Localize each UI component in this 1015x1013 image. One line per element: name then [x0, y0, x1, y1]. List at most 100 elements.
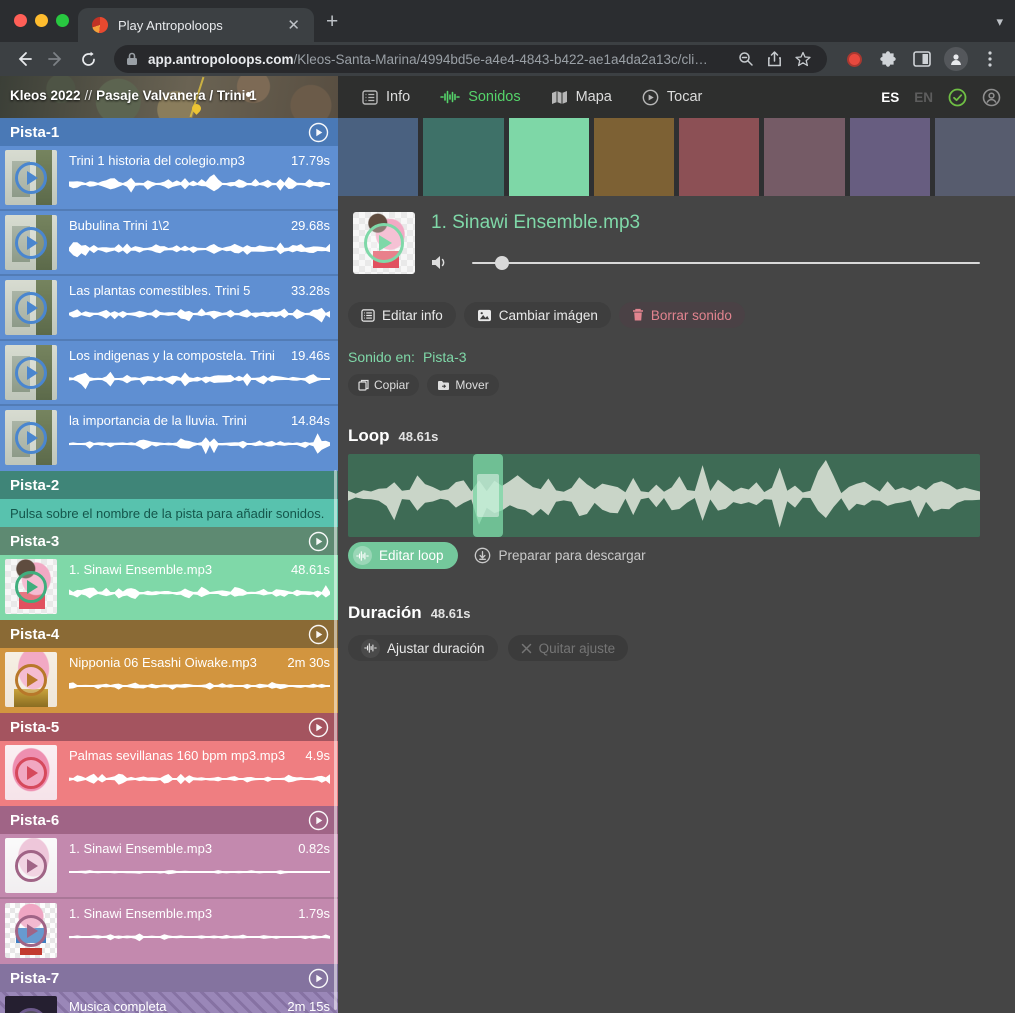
track-play-button[interactable] — [308, 810, 329, 831]
breadcrumb-project[interactable]: Kleos 2022 — [10, 88, 81, 103]
track-name[interactable]: Pista-1 — [10, 124, 59, 141]
play-icon[interactable] — [15, 292, 47, 324]
sound-clip[interactable]: Trini 1 historia del colegio.mp3 17.79s — [0, 146, 338, 211]
recording-extension-icon[interactable] — [839, 44, 869, 74]
lang-en[interactable]: EN — [914, 90, 933, 105]
track-name[interactable]: Pista-3 — [10, 533, 59, 550]
play-icon[interactable] — [364, 223, 404, 263]
tab-tocar[interactable]: Tocar — [642, 89, 702, 106]
track-swatch[interactable] — [850, 118, 930, 196]
clip-thumbnail[interactable] — [5, 215, 57, 270]
play-icon[interactable] — [15, 664, 47, 696]
track-swatch[interactable] — [423, 118, 503, 196]
loop-waveform-editor[interactable] — [348, 454, 980, 537]
tab-mapa[interactable]: Mapa — [551, 89, 612, 105]
track-play-button[interactable] — [308, 531, 329, 552]
track-swatch[interactable] — [764, 118, 844, 196]
change-image-button[interactable]: Cambiar imágen — [464, 302, 611, 328]
sound-in-track-link[interactable]: Pista-3 — [423, 349, 467, 365]
track-header[interactable]: Pista-5 — [0, 713, 338, 741]
minimize-window-button[interactable] — [35, 14, 48, 27]
remove-adjust-button[interactable]: Quitar ajuste — [508, 635, 629, 661]
track-name[interactable]: Pista-5 — [10, 719, 59, 736]
delete-sound-button[interactable]: Borrar sonido — [619, 302, 745, 328]
track-swatch[interactable] — [679, 118, 759, 196]
track-header[interactable]: Pista-3 — [0, 527, 338, 555]
clip-thumbnail[interactable] — [5, 280, 57, 335]
clip-thumbnail[interactable] — [5, 345, 57, 400]
play-icon[interactable] — [15, 1008, 47, 1013]
track-name[interactable]: Pista-2 — [10, 477, 59, 494]
track-header[interactable]: Pista-6 — [0, 806, 338, 834]
play-icon[interactable] — [15, 422, 47, 454]
profile-avatar[interactable] — [941, 44, 971, 74]
account-icon[interactable] — [982, 88, 1001, 107]
sidebar-scrollbar[interactable] — [334, 470, 337, 1010]
play-icon[interactable] — [15, 162, 47, 194]
browser-menu-kebab-icon[interactable] — [975, 44, 1005, 74]
sound-clip[interactable]: Bubulina Trini 1\2 29.68s — [0, 211, 338, 276]
address-bar[interactable]: app.antropoloops.com /Kleos-Santa-Marina… — [114, 45, 827, 73]
breadcrumb-page[interactable]: Pasaje Valvanera / Trini 1 — [96, 88, 257, 103]
clip-thumbnail[interactable] — [5, 652, 57, 707]
clip-thumbnail[interactable] — [5, 410, 57, 465]
track-play-button[interactable] — [308, 624, 329, 645]
tab-close-icon[interactable]: ✕ — [283, 16, 304, 35]
track-play-button[interactable] — [308, 122, 329, 143]
clip-thumbnail[interactable] — [5, 996, 57, 1013]
clip-thumbnail[interactable] — [5, 838, 57, 893]
browser-tab[interactable]: Play Antropoloops ✕ — [78, 8, 314, 42]
forward-button[interactable] — [42, 45, 70, 73]
track-name[interactable]: Pista-6 — [10, 812, 59, 829]
extensions-puzzle-icon[interactable] — [873, 44, 903, 74]
close-window-button[interactable] — [14, 14, 27, 27]
sound-clip[interactable]: Musica completa 2m 15s — [0, 992, 338, 1013]
edit-loop-button[interactable]: Editar loop — [348, 542, 458, 569]
play-icon[interactable] — [15, 227, 47, 259]
new-tab-button[interactable]: + — [326, 11, 338, 32]
sound-clip[interactable]: Palmas sevillanas 160 bpm mp3.mp3 4.9s — [0, 741, 338, 806]
track-header[interactable]: Pista-1 — [0, 118, 338, 146]
clip-thumbnail[interactable] — [5, 559, 57, 614]
status-check-icon[interactable] — [948, 88, 967, 107]
tab-sonidos[interactable]: Sonidos — [440, 89, 520, 105]
reload-button[interactable] — [74, 45, 102, 73]
play-icon[interactable] — [15, 757, 47, 789]
edit-info-button[interactable]: Editar info — [348, 302, 456, 328]
sound-clip[interactable]: 1. Sinawi Ensemble.mp3 48.61s — [0, 555, 338, 620]
volume-slider-handle[interactable] — [495, 256, 509, 270]
sound-clip[interactable]: la importancia de la lluvia. Trini 14.84… — [0, 406, 338, 471]
track-header[interactable]: Pista-2 — [0, 471, 338, 499]
clip-thumbnail[interactable] — [5, 903, 57, 958]
adjust-duration-button[interactable]: Ajustar duración — [348, 635, 498, 661]
zoom-window-button[interactable] — [56, 14, 69, 27]
prepare-download-button[interactable]: Preparar para descargar — [474, 547, 646, 564]
sound-clip[interactable]: Las plantas comestibles. Trini 5 33.28s — [0, 276, 338, 341]
tab-search-chevron-icon[interactable]: ▾ — [996, 14, 1003, 30]
move-button[interactable]: Mover — [427, 374, 498, 396]
sound-clip[interactable]: Los indigenas y la compostela. Trini 19.… — [0, 341, 338, 406]
volume-slider[interactable] — [472, 262, 980, 264]
track-header[interactable]: Pista-7 — [0, 964, 338, 992]
back-button[interactable] — [10, 45, 38, 73]
bookmark-star-icon[interactable] — [795, 51, 811, 67]
sound-clip[interactable]: 1. Sinawi Ensemble.mp3 0.82s — [0, 834, 338, 899]
play-icon[interactable] — [15, 850, 47, 882]
sound-clip[interactable]: 1. Sinawi Ensemble.mp3 1.79s — [0, 899, 338, 964]
tab-info[interactable]: Info — [362, 89, 410, 105]
track-name[interactable]: Pista-7 — [10, 970, 59, 987]
side-panel-icon[interactable] — [907, 44, 937, 74]
zoom-out-icon[interactable] — [738, 51, 754, 67]
share-icon[interactable] — [767, 51, 782, 67]
copy-button[interactable]: Copiar — [348, 374, 419, 396]
track-swatch[interactable] — [338, 118, 418, 196]
project-breadcrumb-map[interactable]: Kleos 2022//Pasaje Valvanera / Trini 1 — [0, 76, 338, 118]
track-swatch[interactable] — [594, 118, 674, 196]
lang-es[interactable]: ES — [881, 90, 899, 105]
clip-thumbnail[interactable] — [5, 745, 57, 800]
play-icon[interactable] — [15, 357, 47, 389]
track-name[interactable]: Pista-4 — [10, 626, 59, 643]
track-swatch[interactable] — [935, 118, 1015, 196]
track-play-button[interactable] — [308, 968, 329, 989]
track-play-button[interactable] — [308, 717, 329, 738]
